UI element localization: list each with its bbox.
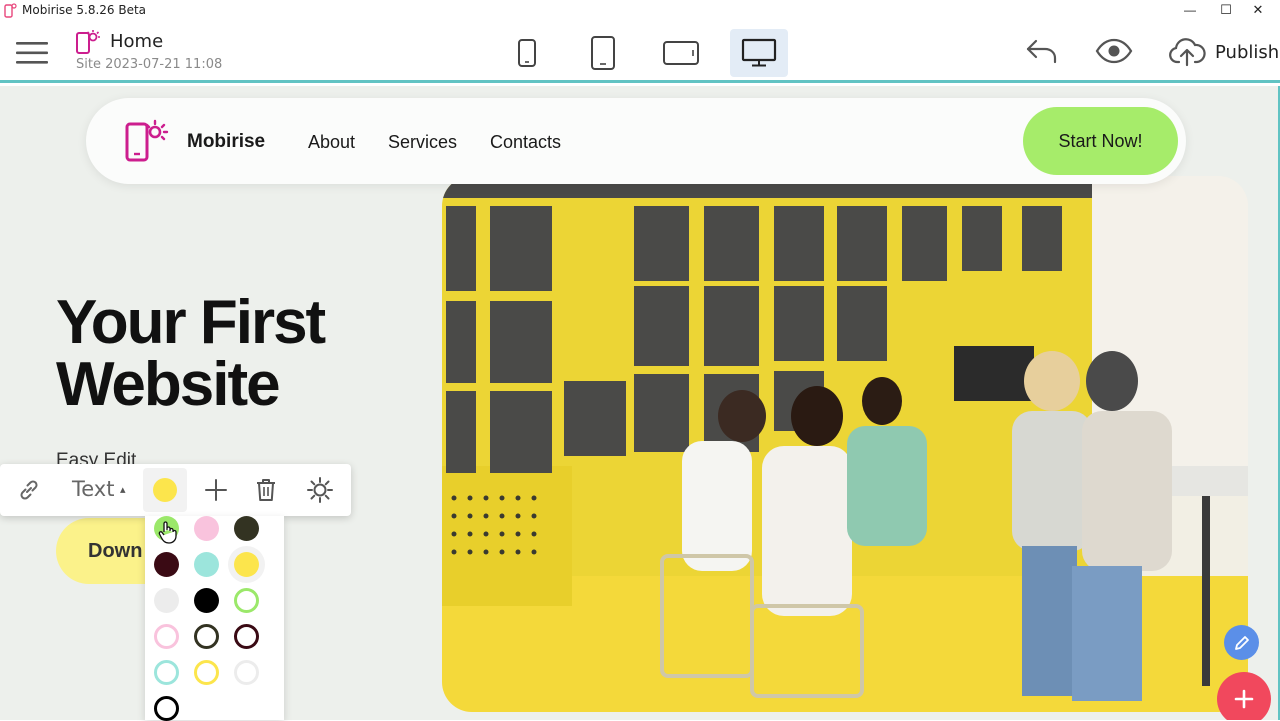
sun-icon <box>307 477 333 503</box>
hero-title-line-2: Website <box>56 350 281 419</box>
selected-color-swatch <box>153 478 177 502</box>
hero-title-line-1: Your First <box>56 288 326 357</box>
text-format-toolbar: Text ▴ <box>0 464 351 516</box>
plus-icon <box>205 479 227 501</box>
add-element-button[interactable] <box>202 474 230 506</box>
delete-button[interactable] <box>252 474 280 506</box>
hero-image[interactable] <box>442 176 1248 712</box>
app-toolbar: Home Site 2023-07-21 11:08 Publish <box>0 20 1280 83</box>
hand-cursor-icon <box>158 521 177 544</box>
text-color-button[interactable] <box>143 468 187 512</box>
color-swatch[interactable] <box>154 660 179 685</box>
edit-block-button[interactable] <box>1224 625 1259 660</box>
color-swatch[interactable] <box>234 660 259 685</box>
nav-link-contacts[interactable]: Contacts <box>490 132 561 153</box>
color-swatch[interactable] <box>194 552 219 577</box>
hero-button-label: Down <box>88 540 143 562</box>
color-swatch[interactable] <box>234 516 259 541</box>
page-name[interactable]: Home <box>110 31 163 52</box>
color-swatch[interactable] <box>194 588 219 613</box>
add-block-button[interactable] <box>1217 672 1271 720</box>
close-icon: ✕ <box>1252 2 1264 17</box>
color-swatch[interactable] <box>154 696 179 721</box>
text-style-label: Text <box>72 477 115 501</box>
color-swatch[interactable] <box>154 588 179 613</box>
nav-link-services[interactable]: Services <box>388 132 457 153</box>
page-icon <box>76 30 100 54</box>
hero-photo-illustration <box>442 176 1248 712</box>
device-mobile-button[interactable] <box>574 29 632 77</box>
site-info: Site 2023-07-21 11:08 <box>76 57 223 72</box>
phone-icon <box>591 36 615 70</box>
window-titlebar: Mobirise 5.8.26 Beta — ☐ ✕ <box>0 0 1280 20</box>
publish-button[interactable] <box>1168 36 1206 68</box>
start-now-button[interactable]: Start Now! <box>1023 107 1178 175</box>
phone-small-icon <box>518 39 536 67</box>
hero-title[interactable]: Your First Website <box>56 288 326 419</box>
cloud-upload-icon <box>1169 38 1206 67</box>
color-swatch[interactable] <box>154 552 179 577</box>
device-tablet-button[interactable] <box>652 29 710 77</box>
undo-button[interactable] <box>1024 36 1060 66</box>
brand-logo-icon[interactable] <box>124 118 174 166</box>
eye-icon <box>1095 38 1133 64</box>
caret-up-icon: ▴ <box>120 484 126 496</box>
color-swatch[interactable] <box>194 624 219 649</box>
window-title: Mobirise 5.8.26 Beta <box>22 3 147 17</box>
plus-icon <box>1234 689 1254 709</box>
link-icon <box>20 480 38 500</box>
maximize-icon: ☐ <box>1220 2 1232 17</box>
tablet-icon <box>663 41 699 65</box>
brand-name[interactable]: Mobirise <box>187 131 265 153</box>
pencil-icon <box>1234 635 1249 650</box>
trash-icon <box>257 479 275 501</box>
hamburger-menu-icon[interactable] <box>16 40 48 66</box>
close-button[interactable]: ✕ <box>1236 0 1280 20</box>
color-swatch[interactable] <box>154 624 179 649</box>
nav-link-about[interactable]: About <box>308 132 355 153</box>
device-desktop-button[interactable] <box>730 29 788 77</box>
publish-label[interactable]: Publish <box>1215 42 1279 63</box>
color-swatch[interactable] <box>194 660 219 685</box>
minimize-icon: — <box>1184 3 1196 17</box>
device-mobile-small-button[interactable] <box>498 29 556 77</box>
brightness-button[interactable] <box>305 474 335 506</box>
color-swatch-selected[interactable] <box>234 552 259 577</box>
undo-icon <box>1026 39 1057 64</box>
preview-button[interactable] <box>1094 36 1134 66</box>
color-swatch[interactable] <box>194 516 219 541</box>
color-swatch[interactable] <box>234 588 259 613</box>
color-swatch[interactable] <box>234 624 259 649</box>
site-navbar: Mobirise About Services Contacts Start N… <box>86 98 1186 184</box>
link-button[interactable] <box>14 474 44 506</box>
app-logo-icon <box>4 3 17 18</box>
color-palette <box>145 516 284 721</box>
desktop-icon <box>741 38 777 67</box>
